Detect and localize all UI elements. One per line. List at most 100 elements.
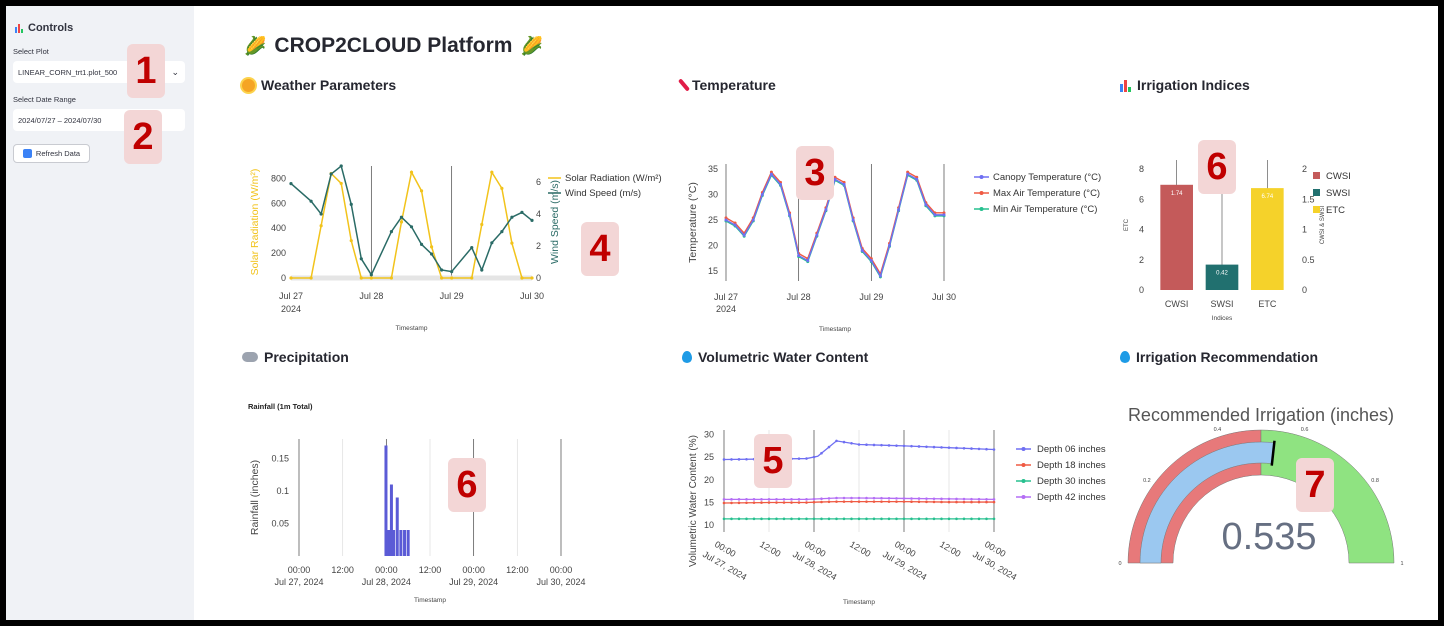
data-point-depth-3 (827, 497, 831, 500)
y2-tick-label: 0 (536, 273, 541, 283)
data-point-wind (429, 252, 434, 256)
data-point-depth-2 (947, 517, 951, 521)
data-point-wind (399, 215, 404, 219)
gauge-tick-label: 0.8 (1371, 478, 1379, 484)
data-point-depth-3 (925, 497, 928, 500)
data-point-canopy (733, 223, 737, 227)
series-line-canopy (725, 172, 944, 278)
data-point-depth-0 (865, 443, 868, 447)
data-point-depth-3 (865, 496, 868, 500)
data-point-depth-3 (782, 498, 786, 501)
data-point-depth-1 (730, 501, 733, 505)
data-point-depth-2 (722, 517, 726, 521)
data-point-depth-3 (895, 497, 898, 500)
data-point-wind (319, 212, 323, 216)
data-point-depth-2 (730, 517, 733, 521)
data-point-depth-2 (797, 517, 801, 521)
x-tick-label: CWSI (1165, 299, 1189, 309)
data-point-solar (520, 276, 524, 280)
x-axis-label: Timestamp (414, 597, 446, 604)
legend-swatch (1313, 189, 1320, 196)
data-point-depth-0 (947, 446, 951, 449)
data-point-canopy (788, 213, 792, 217)
x-tick-label: 00:00 (550, 565, 573, 575)
data-point-depth-3 (797, 498, 801, 501)
data-point-depth-2 (962, 517, 966, 521)
x-tick-label: Jul 29 (440, 291, 464, 301)
legend-swatch (1313, 206, 1320, 213)
data-point-wind (490, 241, 494, 245)
x-tick-label: Jul 30 (932, 292, 956, 302)
y-tick-label: 0.15 (271, 454, 289, 464)
data-point-depth-2 (820, 517, 823, 521)
refresh-data-button[interactable]: Refresh Data (13, 144, 90, 163)
corn-icon: 🌽 (244, 35, 267, 56)
data-point-depth-1 (752, 501, 756, 504)
section-precipitation-title: Precipitation (264, 349, 349, 365)
gauge-tick-label: 0 (1118, 561, 1121, 567)
legend-label: CWSI (1326, 171, 1351, 182)
data-point-canopy (779, 182, 782, 186)
data-point-depth-0 (917, 445, 921, 448)
data-point-wind (470, 246, 474, 250)
x-tick-label: 00:00 (288, 565, 311, 575)
data-point-depth-2 (985, 517, 988, 521)
screen-frame: Controls Select Plot LINEAR_CORN_trt1.pl… (0, 0, 1444, 626)
y2-tick-label: 1.5 (1302, 194, 1315, 204)
data-point-wind (289, 182, 293, 186)
legend-marker (1021, 479, 1026, 483)
data-point-depth-3 (910, 497, 913, 500)
data-point-depth-2 (737, 517, 741, 521)
data-point-canopy (724, 218, 728, 222)
x-tick-sublabel: 2024 (281, 304, 301, 314)
y-tick-label: 20 (704, 475, 714, 485)
data-point-depth-3 (752, 498, 756, 501)
data-point-depth-2 (887, 517, 891, 521)
x-tick-label: 12:00 (938, 539, 963, 559)
data-point-depth-1 (775, 501, 778, 504)
data-point-depth-3 (737, 498, 741, 501)
data-point-depth-1 (790, 501, 793, 504)
thermometer-icon (677, 78, 691, 92)
data-point-solar (470, 276, 474, 280)
data-point-wind (419, 242, 424, 246)
y-tick-label: 15 (704, 498, 714, 508)
data-point-depth-2 (925, 517, 928, 521)
y-tick-label: 10 (704, 520, 714, 530)
data-point-wind (339, 164, 343, 168)
y-axis-label: Volumetric Water Content (%) (688, 435, 699, 567)
data-point-depth-1 (977, 500, 981, 504)
data-point-canopy (933, 213, 937, 217)
legend-marker (979, 191, 984, 195)
app-window: Controls Select Plot LINEAR_CORN_trt1.pl… (6, 6, 1438, 620)
gauge-tick-label: 0.6 (1301, 427, 1309, 433)
x-tick-sublabel: Jul 27, 2024 (274, 577, 323, 587)
data-point-canopy (769, 172, 773, 176)
data-point-solar (440, 276, 444, 280)
y-tick-label: 600 (271, 198, 286, 208)
data-point-canopy (888, 243, 891, 247)
x-tick-label: Jul 28 (359, 291, 383, 301)
data-point-depth-0 (805, 457, 808, 460)
data-point-depth-3 (775, 498, 778, 501)
gauge-tick-label: 0.4 (1214, 427, 1222, 433)
data-point-solar (389, 276, 394, 280)
data-point-wind (480, 268, 484, 272)
data-point-depth-3 (917, 497, 921, 500)
data-point-canopy (851, 218, 855, 222)
data-point-depth-0 (895, 444, 898, 447)
data-point-depth-2 (872, 517, 876, 521)
data-point-solar (480, 222, 484, 227)
data-point-depth-2 (760, 517, 763, 521)
data-point-depth-3 (940, 497, 943, 501)
series-line-max (725, 170, 944, 276)
data-point-depth-0 (842, 440, 846, 444)
data-point-depth-1 (902, 500, 906, 503)
data-point-depth-1 (737, 501, 741, 505)
y2-tick-label: 1 (1302, 225, 1307, 235)
data-point-solar (309, 276, 313, 280)
data-point-depth-3 (790, 498, 793, 501)
data-point-canopy (906, 172, 910, 176)
data-point-depth-2 (745, 517, 748, 521)
bar (403, 530, 407, 556)
